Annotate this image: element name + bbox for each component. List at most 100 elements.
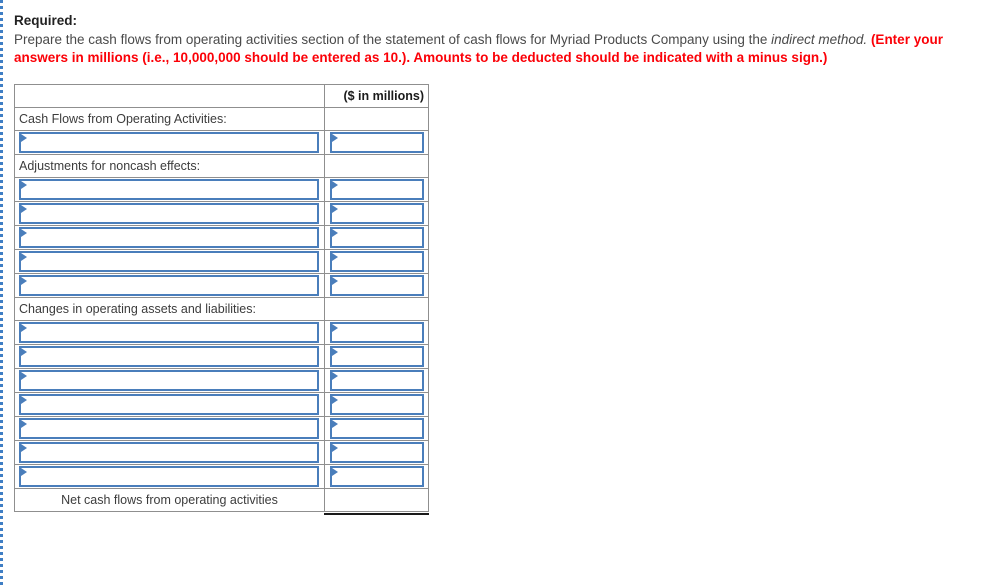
entry-value-cell[interactable] bbox=[324, 344, 429, 369]
amount-input-6[interactable] bbox=[330, 275, 424, 296]
amount-input-1[interactable] bbox=[330, 132, 424, 153]
entry-label-cell[interactable] bbox=[14, 201, 325, 226]
entry-label-cell[interactable] bbox=[14, 392, 325, 417]
dropdown-triangle-icon bbox=[21, 134, 27, 142]
section-label-noncash-adjustments: Adjustments for noncash effects: bbox=[14, 154, 325, 178]
account-select-12[interactable] bbox=[19, 442, 319, 463]
entry-label-cell[interactable] bbox=[14, 440, 325, 465]
amount-input-11[interactable] bbox=[330, 418, 424, 439]
dropdown-triangle-icon bbox=[21, 205, 27, 213]
table-row bbox=[14, 464, 429, 489]
table-row bbox=[14, 273, 429, 298]
entry-label-cell[interactable] bbox=[14, 344, 325, 369]
entry-value-cell[interactable] bbox=[324, 201, 429, 226]
table-header-row: ($ in millions) bbox=[14, 84, 429, 108]
section-label-row: Changes in operating assets and liabilit… bbox=[14, 297, 429, 321]
entry-label-cell[interactable] bbox=[14, 177, 325, 202]
table-row bbox=[14, 225, 429, 250]
dropdown-triangle-icon bbox=[332, 181, 338, 189]
dropdown-triangle-icon bbox=[332, 277, 338, 285]
account-select-9[interactable] bbox=[19, 370, 319, 391]
required-heading: Required: bbox=[14, 13, 78, 28]
account-select-6[interactable] bbox=[19, 275, 319, 296]
amount-input-8[interactable] bbox=[330, 346, 424, 367]
dropdown-triangle-icon bbox=[332, 468, 338, 476]
dropdown-triangle-icon bbox=[332, 324, 338, 332]
section-value-spacer bbox=[324, 297, 429, 321]
page-content: Required: Prepare the cash flows from op… bbox=[14, 0, 982, 516]
entry-label-cell[interactable] bbox=[14, 464, 325, 489]
dropdown-triangle-icon bbox=[21, 348, 27, 356]
entry-label-cell[interactable] bbox=[14, 130, 325, 155]
amount-input-3[interactable] bbox=[330, 203, 424, 224]
section-value-spacer bbox=[324, 107, 429, 131]
account-select-5[interactable] bbox=[19, 251, 319, 272]
dropdown-triangle-icon bbox=[21, 229, 27, 237]
entry-value-cell[interactable] bbox=[324, 177, 429, 202]
account-select-3[interactable] bbox=[19, 203, 319, 224]
entry-value-cell[interactable] bbox=[324, 368, 429, 393]
account-select-7[interactable] bbox=[19, 322, 319, 343]
section-value-spacer bbox=[324, 154, 429, 178]
dropdown-triangle-icon bbox=[332, 444, 338, 452]
table-row bbox=[14, 440, 429, 465]
dropdown-triangle-icon bbox=[21, 324, 27, 332]
account-select-10[interactable] bbox=[19, 394, 319, 415]
instructions-block: Required: Prepare the cash flows from op… bbox=[14, 0, 974, 67]
total-row: Net cash flows from operating activities bbox=[14, 488, 430, 516]
net-cash-flows-label: Net cash flows from operating activities bbox=[14, 488, 325, 512]
section-label-operating-activities: Cash Flows from Operating Activities: bbox=[14, 107, 325, 131]
entry-label-cell[interactable] bbox=[14, 249, 325, 274]
entry-value-cell[interactable] bbox=[324, 464, 429, 489]
dropdown-triangle-icon bbox=[332, 253, 338, 261]
amount-input-9[interactable] bbox=[330, 370, 424, 391]
entry-value-cell[interactable] bbox=[324, 273, 429, 298]
table-row bbox=[14, 130, 429, 155]
account-select-11[interactable] bbox=[19, 418, 319, 439]
entry-label-cell[interactable] bbox=[14, 225, 325, 250]
table-row bbox=[14, 201, 429, 226]
section-label-row: Cash Flows from Operating Activities: bbox=[14, 107, 429, 131]
header-units-cell: ($ in millions) bbox=[324, 84, 429, 108]
amount-input-13[interactable] bbox=[330, 466, 424, 487]
dropdown-triangle-icon bbox=[21, 277, 27, 285]
amount-input-12[interactable] bbox=[330, 442, 424, 463]
entry-label-cell[interactable] bbox=[14, 273, 325, 298]
dropdown-triangle-icon bbox=[21, 253, 27, 261]
entry-value-cell[interactable] bbox=[324, 249, 429, 274]
dropdown-triangle-icon bbox=[332, 134, 338, 142]
amount-input-7[interactable] bbox=[330, 322, 424, 343]
cash-flow-worksheet-table: ($ in millions) Cash Flows from Operatin… bbox=[14, 84, 430, 516]
entry-value-cell[interactable] bbox=[324, 416, 429, 441]
entry-label-cell[interactable] bbox=[14, 368, 325, 393]
dropdown-triangle-icon bbox=[21, 396, 27, 404]
entry-value-cell[interactable] bbox=[324, 225, 429, 250]
account-select-1[interactable] bbox=[19, 132, 319, 153]
table-row bbox=[14, 177, 429, 202]
amount-input-4[interactable] bbox=[330, 227, 424, 248]
entry-value-cell[interactable] bbox=[324, 320, 429, 345]
dropdown-triangle-icon bbox=[332, 372, 338, 380]
entry-value-cell[interactable] bbox=[324, 130, 429, 155]
instructions-emphasis: indirect method. bbox=[771, 32, 868, 47]
dropdown-triangle-icon bbox=[21, 372, 27, 380]
table-row bbox=[14, 344, 429, 369]
account-select-8[interactable] bbox=[19, 346, 319, 367]
net-cash-flows-value bbox=[324, 488, 430, 516]
entry-value-cell[interactable] bbox=[324, 392, 429, 417]
account-select-2[interactable] bbox=[19, 179, 319, 200]
entry-label-cell[interactable] bbox=[14, 416, 325, 441]
account-select-4[interactable] bbox=[19, 227, 319, 248]
table-row bbox=[14, 320, 429, 345]
entry-label-cell[interactable] bbox=[14, 320, 325, 345]
dropdown-triangle-icon bbox=[21, 444, 27, 452]
table-row bbox=[14, 249, 429, 274]
amount-input-10[interactable] bbox=[330, 394, 424, 415]
amount-input-2[interactable] bbox=[330, 179, 424, 200]
account-select-13[interactable] bbox=[19, 466, 319, 487]
amount-input-5[interactable] bbox=[330, 251, 424, 272]
header-label-cell bbox=[14, 84, 325, 108]
table-row bbox=[14, 368, 429, 393]
entry-value-cell[interactable] bbox=[324, 440, 429, 465]
instructions-sentence: Prepare the cash flows from operating ac… bbox=[14, 32, 772, 47]
